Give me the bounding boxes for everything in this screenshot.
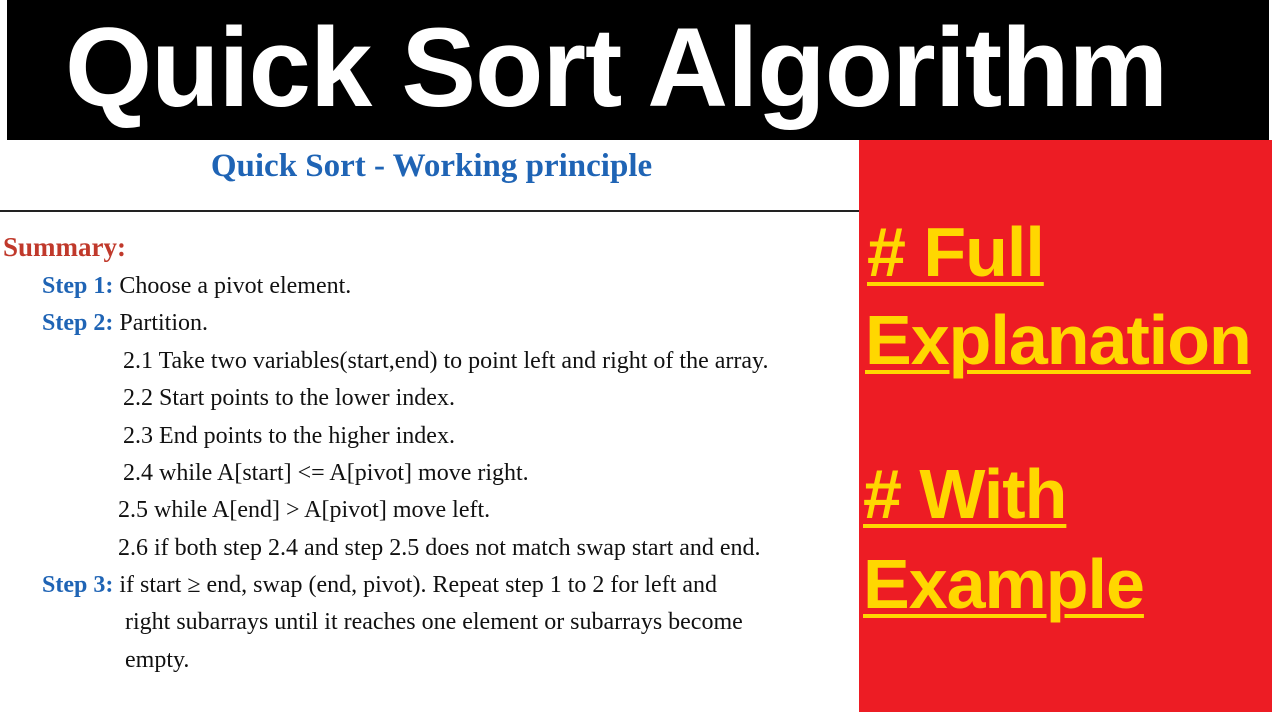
promo-example-label: Example (863, 545, 1145, 623)
step-1-line: Step 1: Choose a pivot element. (42, 271, 351, 301)
slide-heading: Quick Sort - Working principle (0, 146, 859, 186)
step-3-text-line-3: empty. (125, 647, 190, 673)
step-2-line: Step 2: Partition. (42, 308, 208, 338)
summary-label: Summary: (3, 232, 126, 262)
title-banner: Quick Sort Algorithm (7, 0, 1269, 140)
substep-2-1: 2.1 Take two variables(start,end) to poi… (123, 348, 769, 374)
substep-2-5: 2.5 while A[end] > A[pivot] move left. (118, 497, 491, 523)
step-1-text: Choose a pivot element. (119, 273, 352, 299)
step-3-line: Step 3: if start ≥ end, swap (end, pivot… (42, 570, 717, 600)
step-3-text-line-2: right subarrays until it reaches one ele… (125, 609, 743, 635)
substep-2-3: 2.3 End points to the higher index. (123, 423, 455, 449)
step-2-label: Step 2: (42, 310, 114, 336)
promo-full-label: # Full (867, 213, 1045, 291)
title-banner-text: Quick Sort Algorithm (65, 5, 1168, 130)
promo-explanation-label: Explanation (865, 301, 1252, 379)
slide-content: Quick Sort - Working principle Summary: … (0, 140, 859, 720)
step-3-text-line-1: if start ≥ end, swap (end, pivot). Repea… (119, 572, 718, 598)
substep-2-4: 2.4 while A[start] <= A[pivot] move righ… (123, 460, 529, 486)
slide-heading-text: Quick Sort - Working principle (210, 148, 653, 184)
step-3-label: Step 3: (42, 572, 114, 598)
substep-2-6: 2.6 if both step 2.4 and step 2.5 does n… (118, 535, 761, 561)
step-2-text: Partition. (119, 310, 209, 336)
promo-with-label: # With (863, 455, 1067, 533)
summary-line: Summary: (3, 232, 126, 264)
substep-2-2: 2.2 Start points to the lower index. (123, 385, 455, 411)
heading-divider (0, 210, 859, 212)
promo-panel: # Full Explanation # With Example (859, 140, 1272, 712)
step-1-label: Step 1: (42, 273, 114, 299)
